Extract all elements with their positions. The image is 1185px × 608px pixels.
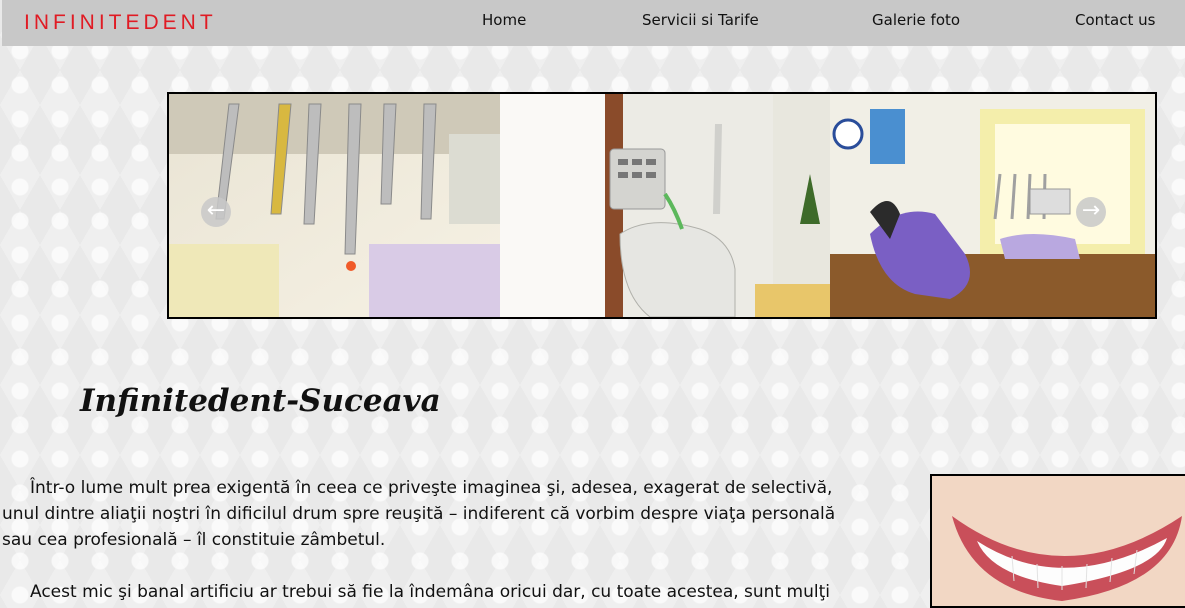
nav-contact-us[interactable]: Contact us [1075, 11, 1155, 29]
smile-image [930, 474, 1185, 608]
top-navbar: INFINITEDENT Home Servicii si Tarife Gal… [2, 0, 1185, 46]
second-paragraph: Acest mic şi banal artificiu ar trebui s… [30, 582, 830, 602]
slide-dental-office [830, 94, 1155, 317]
nav-servicii-tarife[interactable]: Servicii si Tarife [642, 11, 759, 29]
smile-photo [932, 476, 1185, 606]
dental-office-image [830, 94, 1155, 317]
intro-paragraph: Într-o lume mult prea exigentă în ceea c… [2, 478, 836, 550]
nav-home[interactable]: Home [482, 11, 526, 29]
arrow-right-icon[interactable]: → [1076, 197, 1106, 227]
page-title: Infinitedent-Suceava [80, 383, 441, 419]
slide-dental-unit [500, 94, 830, 317]
nav-galerie-foto[interactable]: Galerie foto [872, 11, 960, 29]
arrow-left-icon[interactable]: ← [201, 197, 231, 227]
dental-unit-image [500, 94, 830, 317]
image-slider[interactable]: ← → [167, 92, 1157, 319]
brand-logo[interactable]: INFINITEDENT [24, 11, 217, 35]
